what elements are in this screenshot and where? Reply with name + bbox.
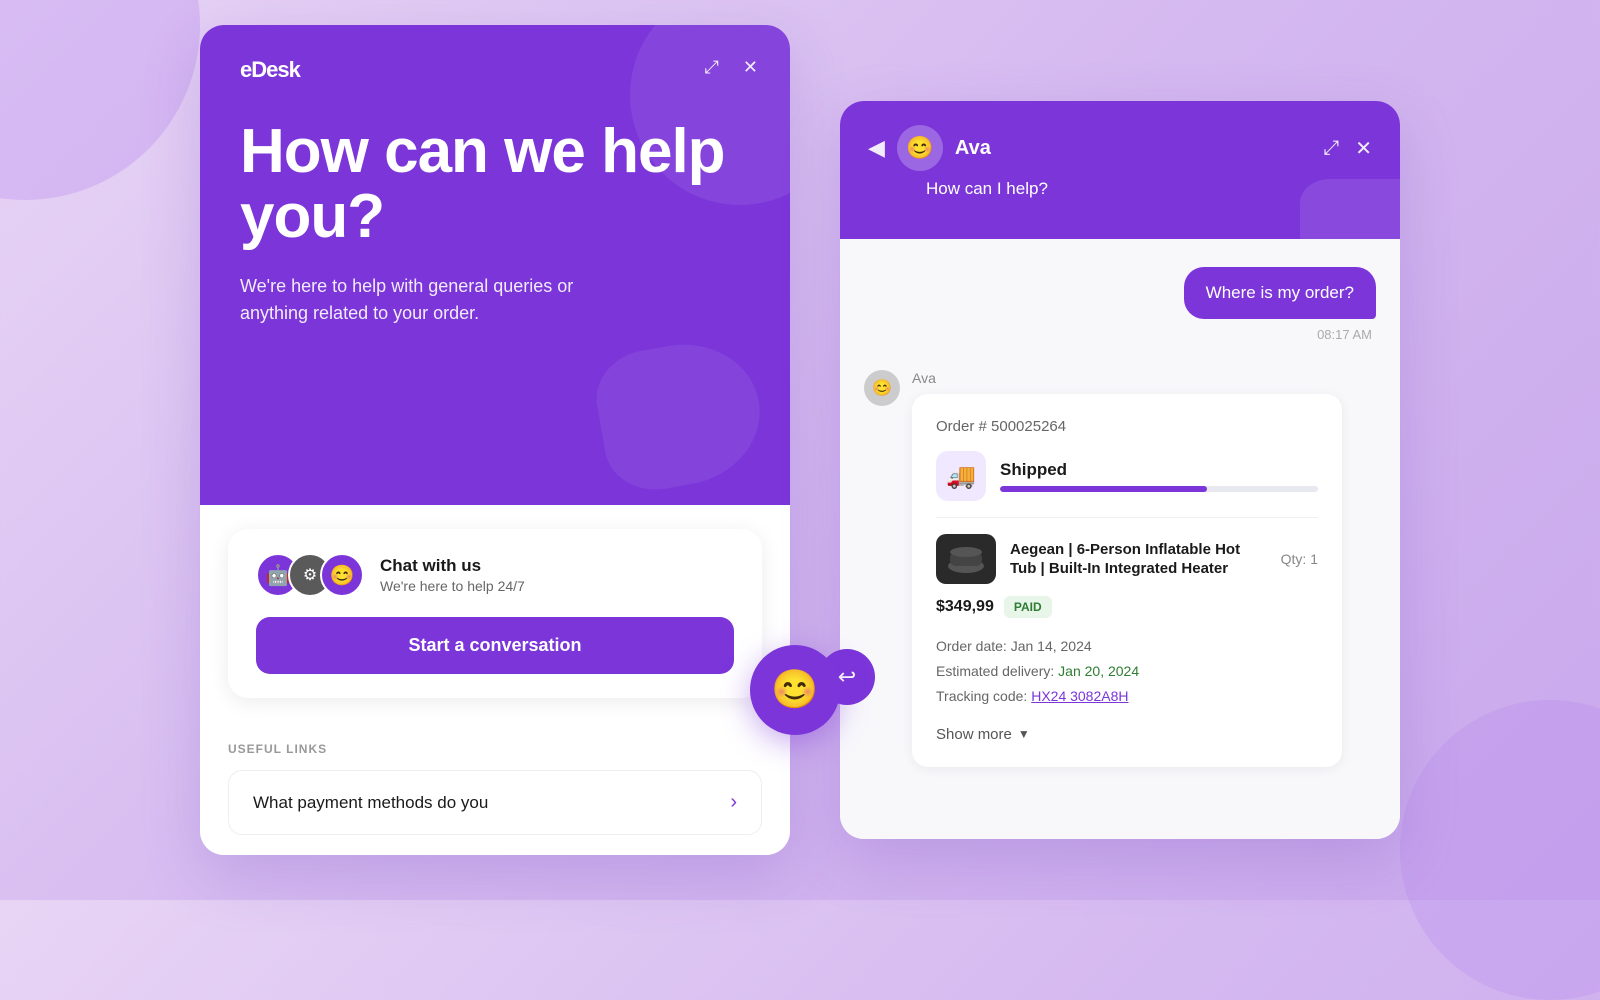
product-name: Aegean | 6-Person Inflatable Hot Tub | B… [1010, 540, 1267, 579]
start-conversation-button[interactable]: Start a conversation [256, 617, 734, 674]
chat-card-title: Chat with us [380, 556, 525, 576]
product-qty: Qty: 1 [1281, 551, 1318, 567]
useful-link-item[interactable]: What payment methods do you › [228, 770, 762, 835]
order-status-row: 🚚 Shipped [936, 451, 1318, 501]
chat-back-button[interactable]: ◀ [868, 135, 885, 161]
floating-bot-icon[interactable]: 😊 [750, 645, 840, 735]
product-info: Aegean | 6-Person Inflatable Hot Tub | B… [1010, 540, 1267, 579]
useful-link-text: What payment methods do you [253, 793, 730, 813]
chat-body: Where is my order? 08:17 AM 😊 Ava Order … [840, 239, 1400, 839]
bot-message-wrapper: 😊 Ava Order # 500025264 🚚 Shipped [864, 370, 1376, 767]
main-heading: How can we help you? [240, 119, 750, 249]
avatar-3: 😊 [320, 553, 364, 597]
expand-button[interactable]: ⤢ [701, 53, 723, 82]
user-message: Where is my order? [1184, 267, 1376, 319]
estimated-delivery-row: Estimated delivery: Jan 20, 2024 [936, 659, 1318, 684]
tracking-row: Tracking code: HX24 3082A8H [936, 684, 1318, 709]
header-controls: ⤢ ✕ [701, 53, 763, 82]
logo-text: eDesk [240, 57, 300, 83]
bot-label: Ava [912, 370, 1342, 386]
show-more-arrow-icon: ▼ [1018, 727, 1030, 741]
chat-card-text: Chat with us We're here to help 24/7 [380, 556, 525, 594]
show-more-label: Show more [936, 726, 1012, 743]
useful-link-arrow-icon: › [730, 791, 737, 814]
bot-avatar: 😊 [897, 125, 943, 171]
chat-close-button[interactable]: ✕ [1355, 136, 1372, 161]
show-more-button[interactable]: Show more ▼ [936, 726, 1030, 743]
order-status-info: Shipped [1000, 460, 1318, 492]
divider-1 [936, 517, 1318, 518]
bot-name: Ava [955, 137, 991, 160]
edesk-logo: eDesk [240, 57, 750, 83]
paid-badge: PAID [1004, 596, 1052, 618]
order-status-label: Shipped [1000, 460, 1318, 480]
product-price: $349,99 [936, 598, 994, 616]
message-time: 08:17 AM [864, 327, 1376, 342]
chat-header: ◀ 😊 Ava ⤢ ✕ How can I help? [840, 101, 1400, 239]
order-details: Order date: Jan 14, 2024 Estimated deliv… [936, 634, 1318, 710]
bot-message-avatar: 😊 [864, 370, 900, 406]
useful-links-section: USEFUL LINKS What payment methods do you… [200, 722, 790, 855]
order-card: Order # 500025264 🚚 Shipped [912, 394, 1342, 767]
chat-card-subtitle: We're here to help 24/7 [380, 578, 525, 594]
chat-header-left: ◀ 😊 Ava [868, 125, 991, 171]
chat-header-top: ◀ 😊 Ava ⤢ ✕ [868, 125, 1372, 171]
progress-bar-track [1000, 486, 1318, 492]
chat-card-top: 🤖 ⚙ 😊 Chat with us We're here to help 24… [256, 553, 734, 597]
sub-heading: We're here to help with general queries … [240, 273, 640, 327]
order-number: Order # 500025264 [936, 418, 1318, 435]
user-message-wrapper: Where is my order? [864, 267, 1376, 319]
bot-message-content: Ava Order # 500025264 🚚 Shipped [912, 370, 1342, 767]
useful-links-label: USEFUL LINKS [228, 742, 762, 756]
progress-bar-fill [1000, 486, 1207, 492]
product-price-row: $349,99 PAID [936, 596, 1318, 618]
left-panel: eDesk ⤢ ✕ How can we help you? We're her… [200, 25, 790, 855]
order-icon: 🚚 [936, 451, 986, 501]
product-row: Aegean | 6-Person Inflatable Hot Tub | B… [936, 534, 1318, 584]
close-button[interactable]: ✕ [739, 53, 762, 82]
order-date-row: Order date: Jan 14, 2024 [936, 634, 1318, 659]
product-image [936, 534, 996, 584]
chat-header-right: ⤢ ✕ [1323, 136, 1372, 161]
left-panel-header: eDesk ⤢ ✕ How can we help you? We're her… [200, 25, 790, 505]
chat-expand-button[interactable]: ⤢ [1323, 136, 1339, 161]
chat-help-text: How can I help? [868, 179, 1372, 199]
right-panel: ◀ 😊 Ava ⤢ ✕ How can I help? Where is my … [840, 101, 1400, 839]
chat-card: 🤖 ⚙ 😊 Chat with us We're here to help 24… [228, 529, 762, 698]
avatar-group: 🤖 ⚙ 😊 [256, 553, 364, 597]
